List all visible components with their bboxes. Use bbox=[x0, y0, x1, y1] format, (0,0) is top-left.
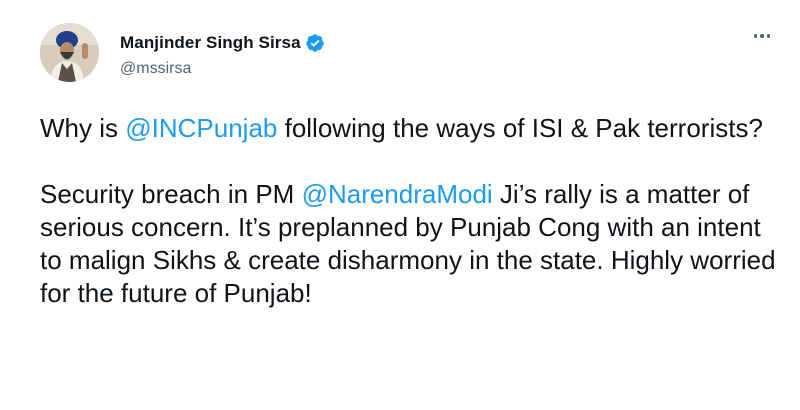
mention-link-narendramodi[interactable]: @NarendraModi bbox=[302, 179, 493, 209]
avatar[interactable] bbox=[40, 23, 99, 82]
text-segment: Why is bbox=[40, 113, 126, 143]
tweet-card: Manjinder Singh Sirsa @mssirsa Why is @I… bbox=[0, 0, 800, 410]
tweet-paragraph-2: Security breach in PM @NarendraModi Ji’s… bbox=[40, 178, 780, 310]
avatar-image bbox=[40, 23, 99, 82]
more-horizontal-icon-dot bbox=[766, 34, 770, 38]
author-display-name[interactable]: Manjinder Singh Sirsa bbox=[120, 33, 301, 53]
author-handle[interactable]: @mssirsa bbox=[120, 60, 191, 78]
text-segment: following the ways of ISI & Pak terroris… bbox=[277, 113, 763, 143]
more-horizontal-icon bbox=[753, 34, 757, 38]
text-segment: Security breach in PM bbox=[40, 179, 302, 209]
more-horizontal-icon-dot bbox=[760, 34, 764, 38]
mention-link-incpunjab[interactable]: @INCPunjab bbox=[125, 113, 277, 143]
verified-badge-icon bbox=[305, 33, 325, 53]
tweet-text: Why is @INCPunjab following the ways of … bbox=[40, 112, 780, 310]
author-name-row[interactable]: Manjinder Singh Sirsa bbox=[120, 32, 325, 54]
more-options-button[interactable] bbox=[753, 34, 770, 38]
tweet-paragraph-1: Why is @INCPunjab following the ways of … bbox=[40, 112, 780, 145]
